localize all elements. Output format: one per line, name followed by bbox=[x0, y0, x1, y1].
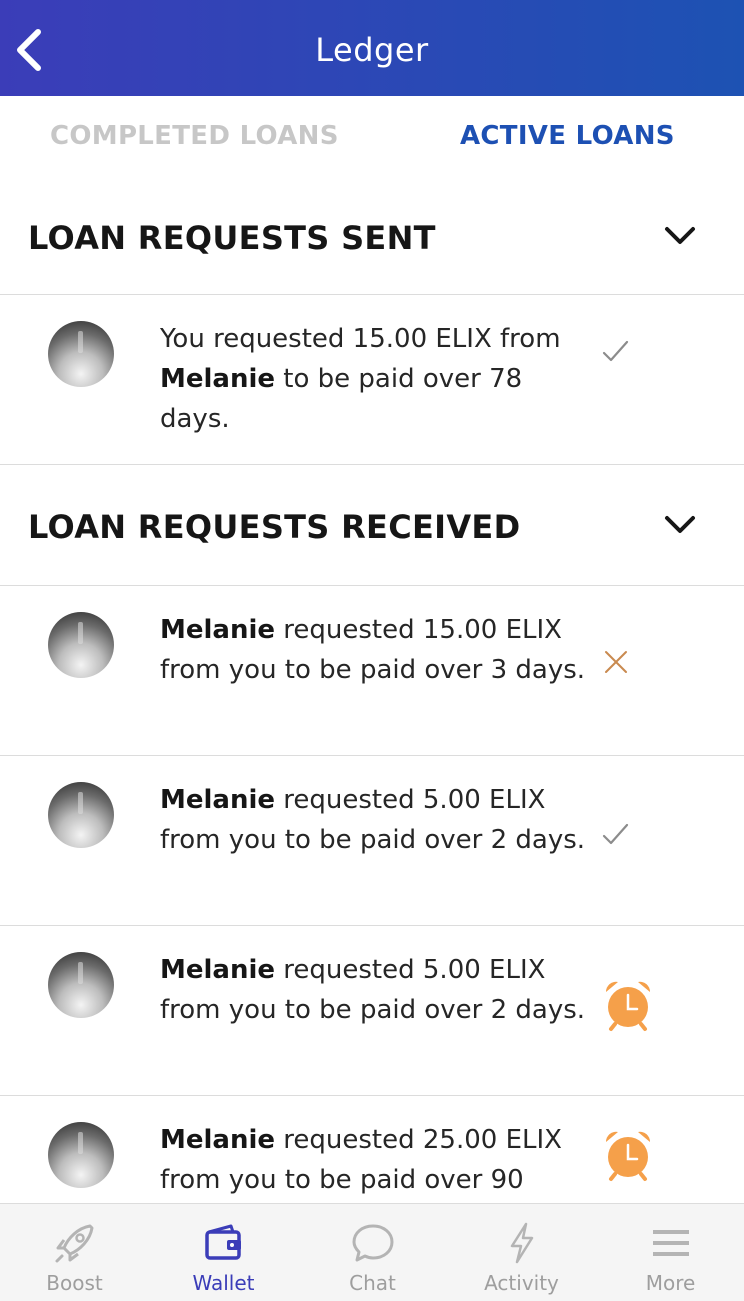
nav-label: Activity bbox=[484, 1271, 559, 1295]
requester-name: Melanie bbox=[160, 1125, 276, 1155]
avatar bbox=[48, 612, 114, 678]
request-text: Melanie requested 25.00 ELIX from you to… bbox=[160, 1125, 562, 1195]
menu-icon bbox=[652, 1230, 689, 1256]
chat-bubble-icon bbox=[352, 1224, 393, 1262]
lightning-icon bbox=[510, 1222, 533, 1264]
nav-label: Boost bbox=[46, 1271, 103, 1295]
avatar bbox=[48, 952, 114, 1018]
rocket-icon bbox=[55, 1224, 93, 1263]
nav-label: More bbox=[645, 1271, 696, 1295]
chevron-down-icon[interactable] bbox=[660, 216, 700, 256]
avatar bbox=[48, 782, 114, 848]
section-title: LOAN REQUESTS RECEIVED bbox=[28, 508, 521, 546]
avatar bbox=[48, 321, 114, 387]
requester-name: Melanie bbox=[160, 615, 276, 645]
request-text: Melanie requested 15.00 ELIX from you to… bbox=[160, 615, 586, 685]
tab-completed-loans[interactable]: COMPLETED LOANS bbox=[50, 120, 339, 152]
section-header-sent[interactable]: LOAN REQUESTS SENT bbox=[0, 178, 744, 295]
nav-item-chat[interactable]: Chat bbox=[298, 1204, 447, 1301]
request-text: You requested 15.00 ELIX from Melanie to… bbox=[160, 324, 561, 434]
request-text: Melanie requested 5.00 ELIX from you to … bbox=[160, 785, 586, 855]
nav-item-more[interactable]: More bbox=[596, 1204, 744, 1301]
request-text: Melanie requested 5.00 ELIX from you to … bbox=[160, 955, 586, 1025]
bottom-nav: Boost Wallet Chat Activity More bbox=[0, 1203, 744, 1301]
check-icon bbox=[602, 823, 629, 845]
tab-active-loans[interactable]: ACTIVE LOANS bbox=[460, 120, 675, 152]
app-header: Ledger bbox=[0, 0, 744, 96]
nav-item-wallet[interactable]: Wallet bbox=[149, 1204, 298, 1301]
section-header-received[interactable]: LOAN REQUESTS RECEIVED bbox=[0, 465, 744, 586]
requester-name: Melanie bbox=[160, 785, 276, 815]
requester-name: Melanie bbox=[160, 364, 276, 394]
wallet-icon bbox=[204, 1224, 241, 1260]
list-item[interactable]: Melanie requested 15.00 ELIX from you to… bbox=[0, 586, 744, 756]
nav-label: Wallet bbox=[192, 1271, 255, 1295]
nav-item-boost[interactable]: Boost bbox=[0, 1204, 149, 1301]
requester-name: Melanie bbox=[160, 955, 276, 985]
alarm-clock-icon bbox=[605, 981, 651, 1031]
close-icon bbox=[605, 651, 627, 673]
alarm-clock-icon bbox=[605, 1131, 651, 1181]
loan-tabs: COMPLETED LOANS ACTIVE LOANS bbox=[0, 96, 744, 178]
list-item[interactable]: Melanie requested 5.00 ELIX from you to … bbox=[0, 926, 744, 1096]
section-title: LOAN REQUESTS SENT bbox=[28, 219, 436, 257]
check-icon bbox=[602, 340, 629, 362]
nav-item-activity[interactable]: Activity bbox=[447, 1204, 596, 1301]
chevron-down-icon[interactable] bbox=[660, 505, 700, 545]
page-title: Ledger bbox=[315, 31, 429, 69]
list-item[interactable]: Melanie requested 5.00 ELIX from you to … bbox=[0, 756, 744, 926]
avatar bbox=[48, 1122, 114, 1188]
nav-label: Chat bbox=[349, 1271, 396, 1295]
list-item[interactable]: You requested 15.00 ELIX from Melanie to… bbox=[0, 295, 744, 465]
